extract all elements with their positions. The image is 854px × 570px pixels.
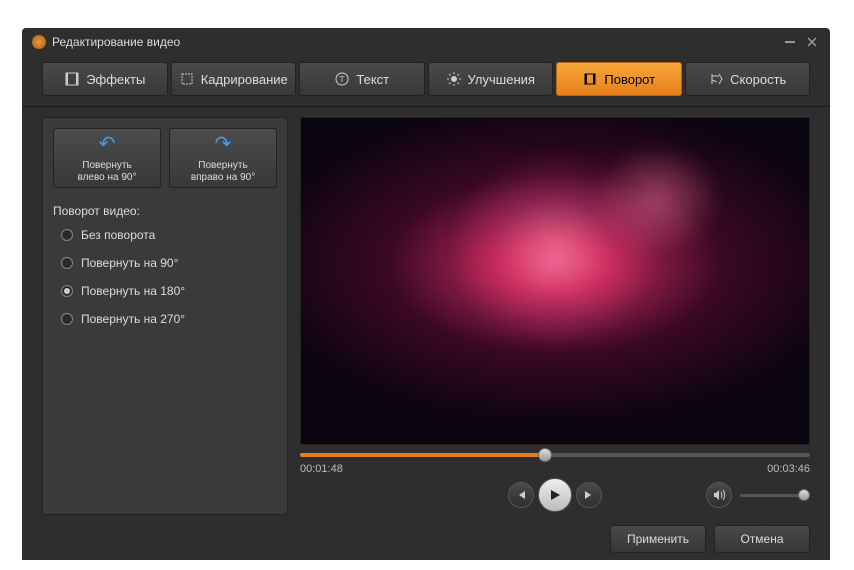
footer: Применить Отмена (22, 525, 830, 567)
play-button[interactable] (538, 478, 572, 512)
tab-enhance[interactable]: Улучшения (428, 62, 554, 96)
close-button[interactable] (804, 34, 820, 50)
rotate-section-label: Поворот видео: (53, 204, 277, 218)
editor-window: Редактирование видео Эффекты Кадрировани… (22, 28, 830, 560)
volume-slider[interactable] (740, 494, 810, 497)
radio-icon (61, 257, 73, 269)
volume-control (706, 482, 810, 508)
next-button[interactable] (576, 482, 602, 508)
rotate-radio-group: Без поворота Повернуть на 90° Повернуть … (53, 228, 277, 326)
svg-text:T: T (340, 75, 345, 84)
window-title: Редактирование видео (52, 35, 180, 49)
tab-rotate[interactable]: Поворот (556, 62, 682, 96)
rotate-left-button[interactable]: ↶ Повернуть влево на 90° (53, 128, 161, 188)
timeline: 00:01:48 00:03:46 (300, 453, 810, 515)
rotate-icon (582, 71, 598, 87)
radio-180[interactable]: Повернуть на 180° (61, 284, 277, 298)
radio-270[interactable]: Повернуть на 270° (61, 312, 277, 326)
video-preview[interactable] (300, 117, 810, 445)
seek-fill (300, 453, 545, 457)
seek-slider[interactable] (300, 453, 810, 457)
rotate-panel: ↶ Повернуть влево на 90° ↷ Повернуть впр… (42, 117, 288, 515)
radio-icon (61, 229, 73, 241)
radio-icon (61, 313, 73, 325)
cancel-button[interactable]: Отмена (714, 525, 810, 553)
tab-bar: Эффекты Кадрирование T Текст Улучшения П… (22, 56, 830, 107)
apply-button[interactable]: Применить (610, 525, 706, 553)
tab-speed[interactable]: Скорость (685, 62, 811, 96)
rotate-right-icon: ↷ (215, 132, 232, 156)
preview-frame (301, 118, 809, 444)
app-icon (32, 35, 46, 49)
enhance-icon (446, 71, 462, 87)
tab-crop[interactable]: Кадрирование (171, 62, 297, 96)
preview-panel: 00:01:48 00:03:46 (300, 117, 810, 515)
prev-button[interactable] (508, 482, 534, 508)
content-area: ↶ Повернуть влево на 90° ↷ Повернуть впр… (22, 107, 830, 525)
titlebar: Редактирование видео (22, 28, 830, 56)
total-time: 00:03:46 (767, 463, 810, 475)
tab-effects[interactable]: Эффекты (42, 62, 168, 96)
tab-text[interactable]: T Текст (299, 62, 425, 96)
playback-controls (508, 478, 602, 512)
text-icon: T (334, 71, 350, 87)
effects-icon (64, 71, 80, 87)
radio-none[interactable]: Без поворота (61, 228, 277, 242)
minimize-button[interactable] (782, 34, 798, 50)
current-time: 00:01:48 (300, 463, 343, 475)
speed-icon (708, 71, 724, 87)
crop-icon (179, 71, 195, 87)
radio-icon (61, 285, 73, 297)
volume-button[interactable] (706, 482, 732, 508)
volume-thumb[interactable] (798, 489, 810, 501)
seek-thumb[interactable] (538, 448, 552, 462)
rotate-right-button[interactable]: ↷ Повернуть вправо на 90° (169, 128, 277, 188)
radio-90[interactable]: Повернуть на 90° (61, 256, 277, 270)
rotate-left-icon: ↶ (99, 132, 116, 156)
